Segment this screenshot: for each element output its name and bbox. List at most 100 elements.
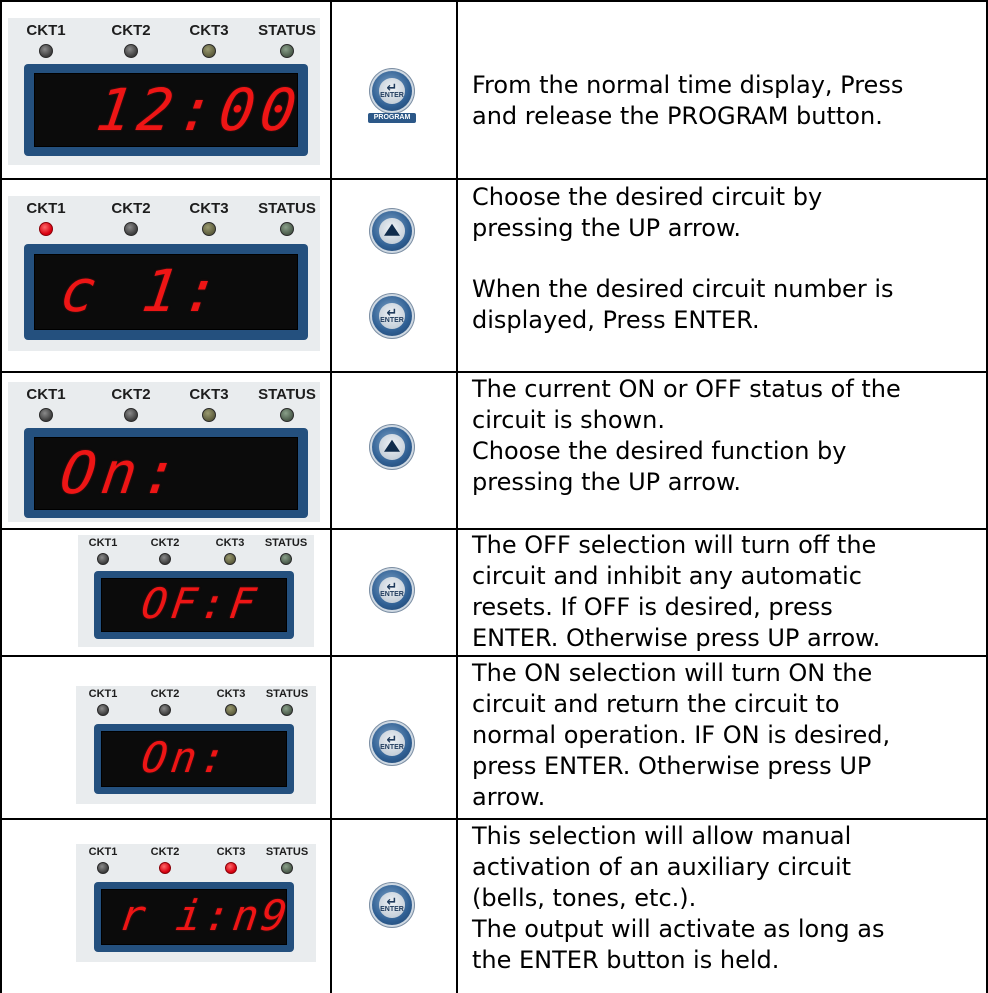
up-button-face <box>379 434 405 460</box>
table-border-top <box>0 0 988 2</box>
status-led <box>280 553 292 565</box>
display-bezel: 12:00 <box>24 64 308 156</box>
ckt1-led <box>97 862 109 874</box>
ckt2-led <box>159 704 171 716</box>
ckt1-led <box>39 408 53 422</box>
led-display: r i:n9 <box>101 889 293 945</box>
ckt1-led <box>97 553 109 565</box>
enter-button-face: ↵ ENTER <box>379 577 405 603</box>
ckt2-led-lit <box>159 862 171 874</box>
display-bezel: c 1: <box>24 244 308 340</box>
ckt2-label: CKT2 <box>150 688 180 700</box>
status-led <box>280 222 294 236</box>
enter-button-label: ENTER <box>380 744 404 752</box>
ckt1-label: CKT1 <box>88 537 118 549</box>
step-4-instruction: The OFF selection will turn off the circ… <box>472 531 881 652</box>
ckt2-label: CKT2 <box>111 22 151 39</box>
status-label: STATUS <box>265 846 309 858</box>
ckt1-label: CKT1 <box>26 386 66 403</box>
up-arrow-icon <box>383 223 400 236</box>
column-divider-2 <box>456 0 458 993</box>
ckt3-led <box>202 222 216 236</box>
enter-button-face: ↵ ENTER <box>379 78 405 104</box>
step-2-instruction: Choose the desired circuit by pressing t… <box>472 183 823 242</box>
step-6-instruction: This selection will allow manual activat… <box>472 822 885 974</box>
program-label: PROGRAM <box>368 113 416 123</box>
up-button-face <box>379 218 405 244</box>
led-display: On: <box>101 731 287 787</box>
ckt3-label: CKT3 <box>216 688 246 700</box>
ckt3-led <box>202 408 216 422</box>
ckt3-led-lit <box>225 862 237 874</box>
enter-button-label: ENTER <box>380 906 404 914</box>
enter-button-label: ENTER <box>380 591 404 599</box>
controller-panel: CKT1 CKT2 CKT3 STATUS r i:n9 <box>76 844 316 962</box>
enter-button[interactable]: ↵ ENTER <box>372 296 412 336</box>
status-label: STATUS <box>258 200 316 217</box>
status-led <box>280 408 294 422</box>
led-display: On: <box>34 437 298 510</box>
display-readout: On: <box>56 439 189 507</box>
table-border-left <box>0 0 2 993</box>
ckt1-label: CKT1 <box>26 200 66 217</box>
display-readout: c 1: <box>56 257 230 325</box>
controller-panel: CKT1 CKT2 CKT3 STATUS On: <box>8 382 320 522</box>
ckt2-led <box>124 408 138 422</box>
ckt3-led <box>224 553 236 565</box>
display-bezel: On: <box>94 724 294 794</box>
controller-panel: CKT1 CKT2 CKT3 STATUS OF:F <box>78 535 314 647</box>
controller-panel: CKT1 CKT2 CKT3 STATUS On: <box>76 686 316 804</box>
step-1-instruction: From the normal time display, Press and … <box>472 71 904 130</box>
controller-panel: CKT1 CKT2 CKT3 STATUS c 1: <box>8 196 320 351</box>
enter-button-face: ↵ ENTER <box>379 730 405 756</box>
led-display: OF:F <box>101 578 287 632</box>
ckt1-led-lit <box>39 222 53 236</box>
column-divider-1 <box>330 0 332 993</box>
row-divider <box>0 818 988 820</box>
up-arrow-button[interactable] <box>372 427 412 467</box>
step-3-instruction: The current ON or OFF status of the circ… <box>472 375 901 496</box>
ckt1-label: CKT1 <box>26 22 66 39</box>
ckt2-led <box>124 222 138 236</box>
ckt1-label: CKT1 <box>88 846 118 858</box>
enter-button-label: ENTER <box>380 92 404 100</box>
enter-button[interactable]: ↵ ENTER <box>372 71 412 111</box>
ckt3-label: CKT3 <box>215 537 245 549</box>
up-arrow-button[interactable] <box>372 211 412 251</box>
status-label: STATUS <box>265 688 309 700</box>
ckt2-led <box>124 44 138 58</box>
display-readout: r i:n9 <box>116 891 294 940</box>
ckt2-label: CKT2 <box>111 200 151 217</box>
enter-button[interactable]: ↵ ENTER <box>372 570 412 610</box>
ckt1-led <box>97 704 109 716</box>
ckt2-label: CKT2 <box>150 846 180 858</box>
ckt1-label: CKT1 <box>88 688 118 700</box>
ckt3-label: CKT3 <box>189 386 229 403</box>
ckt3-label: CKT3 <box>189 200 229 217</box>
enter-button-face: ↵ ENTER <box>379 892 405 918</box>
display-readout: On: <box>138 733 234 782</box>
enter-button[interactable]: ↵ ENTER <box>372 885 412 925</box>
display-readout: OF:F <box>138 579 263 628</box>
status-label: STATUS <box>264 537 308 549</box>
display-bezel: OF:F <box>94 571 294 639</box>
ckt2-led <box>159 553 171 565</box>
step-5-instruction: The ON selection will turn ON the circui… <box>472 659 891 811</box>
status-label: STATUS <box>258 22 316 39</box>
controller-panel: CKT1 CKT2 CKT3 STATUS 12:00 <box>8 18 320 165</box>
display-readout: 12:00 <box>92 76 307 144</box>
step-2-instruction-enter: When the desired circuit number is displ… <box>472 275 894 334</box>
led-display: 12:00 <box>34 73 306 147</box>
display-bezel: On: <box>24 428 308 518</box>
enter-button-label: ENTER <box>380 317 404 325</box>
ckt2-label: CKT2 <box>111 386 151 403</box>
ckt3-led <box>225 704 237 716</box>
enter-button-face: ↵ ENTER <box>379 303 405 329</box>
up-arrow-icon <box>383 439 400 452</box>
led-display: c 1: <box>34 254 298 330</box>
enter-button[interactable]: ↵ ENTER <box>372 723 412 763</box>
ckt2-label: CKT2 <box>150 537 180 549</box>
ckt3-label: CKT3 <box>216 846 246 858</box>
status-led <box>281 704 293 716</box>
status-led <box>281 862 293 874</box>
